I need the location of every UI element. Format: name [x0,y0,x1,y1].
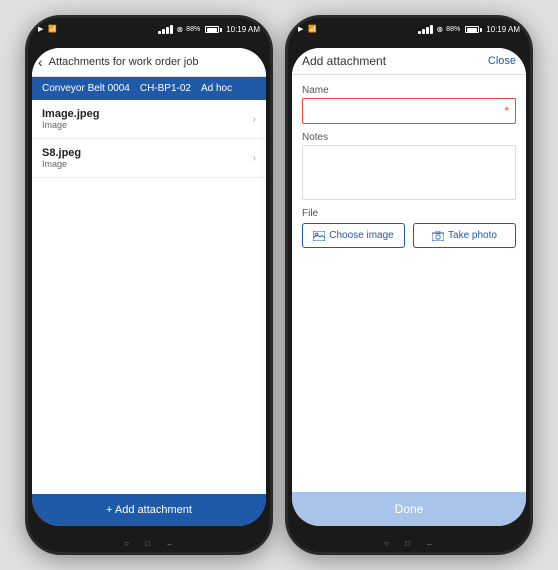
attachment-sub-1: Image [42,120,99,130]
file-buttons-row: Choose image Take photo [302,223,516,248]
close-button[interactable]: Close [488,55,516,67]
status-bar-1: ▶ 📶 ⊗ 88% 10:19 AM [28,18,270,40]
name-field-group: Name * [302,85,516,124]
name-input-wrapper[interactable]: * [302,98,516,124]
chevron-icon-2: › [253,153,256,164]
name-label: Name [302,85,516,96]
info-item-3: Ad hoc [201,83,232,94]
info-bar: Conveyor Belt 0004 CH-BP1-02 Ad hoc [32,77,266,100]
attachment-title-2: S8.jpeg [42,147,81,159]
required-indicator: * [504,104,509,118]
attachment-sub-2: Image [42,159,81,169]
phone-2: ▶ 📶 ⊗ 88% 10:19 AM Add attachment [285,15,533,555]
phone-1: ▶ 📶 ⊗ 88% 10:19 AM ‹ Attachments f [25,15,273,555]
info-item-1: Conveyor Belt 0004 [42,83,130,94]
time-1: 10:19 AM [226,25,260,34]
name-input[interactable] [309,103,493,119]
notes-input[interactable] [302,145,516,200]
list-item[interactable]: S8.jpeg Image › [32,139,266,178]
add-attachment-button[interactable]: + Add attachment [32,494,266,526]
add-attachment-title: Add attachment [302,54,386,68]
attachment-list: Image.jpeg Image › S8.jpeg Image › [32,100,266,494]
back-button-1[interactable]: ‹ [38,54,43,70]
done-button[interactable]: Done [292,492,526,526]
battery-label-2: 88% [446,26,460,33]
phone-bottom-nav-1: ○ □ ← [28,534,270,552]
list-item[interactable]: Image.jpeg Image › [32,100,266,139]
take-photo-label: Take photo [448,230,497,241]
attachment-title-1: Image.jpeg [42,108,99,120]
image-icon [313,231,325,241]
time-2: 10:19 AM [486,25,520,34]
notes-field-group: Notes [302,132,516,200]
camera-icon [432,231,444,241]
file-label: File [302,208,516,219]
status-bar-2: ▶ 📶 ⊗ 88% 10:19 AM [288,18,530,40]
notes-label: Notes [302,132,516,143]
nav-header-1: ‹ Attachments for work order job [32,48,266,77]
add-attachment-header: Add attachment Close [292,48,526,75]
chevron-icon-1: › [253,114,256,125]
battery-label-1: 88% [186,26,200,33]
take-photo-button[interactable]: Take photo [413,223,516,248]
choose-image-label: Choose image [329,230,393,241]
choose-image-button[interactable]: Choose image [302,223,405,248]
file-field-group: File Choose image [302,208,516,248]
info-item-2: CH-BP1-02 [140,83,191,94]
phone-bottom-nav-2: ○ □ ← [288,534,530,552]
nav-title-1: Attachments for work order job [49,56,199,68]
add-attachment-form: Name * Notes File [292,75,526,492]
